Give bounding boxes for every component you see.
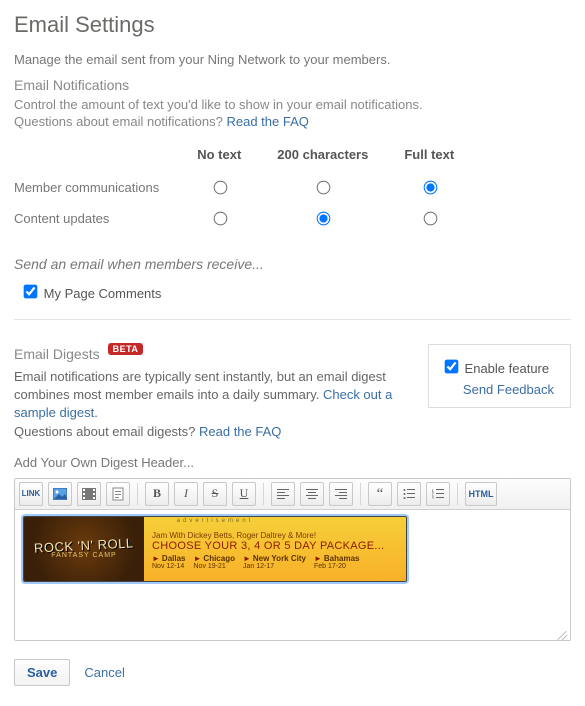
page-title: Email Settings	[14, 12, 571, 38]
editor-toolbar: LINK B I S U	[15, 479, 570, 510]
digests-title: Email Digests	[14, 346, 100, 362]
banner-content: Jam With Dickey Betts, Roger Daltrey & M…	[144, 517, 406, 581]
image-button[interactable]	[48, 482, 72, 506]
divider	[14, 319, 571, 320]
cancel-link[interactable]: Cancel	[84, 665, 124, 680]
align-right-button[interactable]	[329, 482, 353, 506]
digests-faq-link[interactable]: Read the FAQ	[199, 424, 281, 439]
notifications-faq-link[interactable]: Read the FAQ	[226, 114, 308, 129]
city-name: New York City	[253, 554, 306, 563]
bold-button[interactable]: B	[145, 482, 169, 506]
city-dates: Jan 12-17	[243, 563, 306, 570]
number-list-icon: 123	[432, 489, 444, 499]
notifications-faq: Questions about email notifications? Rea…	[14, 114, 571, 129]
city-item: ►New York CityJan 12-17	[243, 554, 306, 570]
resize-handle[interactable]	[555, 625, 569, 639]
notifications-faq-prefix: Questions about email notifications?	[14, 114, 226, 129]
notifications-desc: Control the amount of text you'd like to…	[14, 97, 571, 112]
strike-button[interactable]: S	[203, 482, 227, 506]
ad-banner[interactable]: advertisement ROCK 'N' ROLL FANTASY CAMP…	[23, 516, 407, 582]
html-button[interactable]: HTML	[465, 482, 497, 506]
underline-button[interactable]: U	[232, 482, 256, 506]
separator	[360, 483, 361, 505]
ad-label: advertisement	[24, 518, 406, 524]
intro-text: Manage the email sent from your Ning Net…	[14, 52, 571, 67]
film-icon	[82, 488, 96, 500]
city-item: ►BahamasFeb 17-20	[314, 554, 360, 570]
my-page-comments-label: My Page Comments	[44, 286, 162, 301]
radio-member-full[interactable]	[423, 181, 437, 195]
col-no-text: No text	[179, 143, 259, 172]
save-button[interactable]: Save	[14, 659, 70, 686]
image-icon	[53, 488, 67, 500]
radio-content-200[interactable]	[317, 212, 331, 226]
city-dates: Nov 12-14	[152, 563, 186, 570]
separator	[457, 483, 458, 505]
radio-content-none[interactable]	[213, 212, 227, 226]
banner-line2: CHOOSE YOUR 3, 4 OR 5 DAY PACKAGE...	[152, 540, 400, 552]
send-feedback-link[interactable]: Send Feedback	[463, 382, 554, 397]
my-page-comments-row[interactable]: My Page Comments	[20, 286, 161, 301]
enable-feature-row[interactable]: Enable feature	[441, 361, 549, 376]
city-item: ►DallasNov 12-14	[152, 554, 186, 570]
row-label-member: Member communications	[14, 172, 179, 203]
align-left-button[interactable]	[271, 482, 295, 506]
separator	[263, 483, 264, 505]
banner-brand-main: ROCK 'N' ROLL	[34, 536, 134, 554]
svg-text:3: 3	[432, 496, 434, 499]
radio-member-200[interactable]	[317, 181, 331, 195]
enable-feature-checkbox[interactable]	[445, 360, 459, 374]
number-list-button[interactable]: 123	[426, 482, 450, 506]
rich-text-editor: LINK B I S U	[14, 478, 571, 641]
col-200-chars: 200 characters	[259, 143, 386, 172]
digests-faq-prefix: Questions about email digests?	[14, 424, 199, 439]
radio-member-none[interactable]	[213, 181, 227, 195]
editor-canvas[interactable]: advertisement ROCK 'N' ROLL FANTASY CAMP…	[15, 510, 570, 640]
link-button[interactable]: LINK	[19, 482, 43, 506]
bullet-list-button[interactable]	[397, 482, 421, 506]
banner-brand: ROCK 'N' ROLL FANTASY CAMP	[24, 517, 144, 581]
align-left-icon	[277, 489, 289, 499]
send-when-line: Send an email when members receive...	[14, 256, 571, 272]
city-item: ►ChicagoNov 19-21	[194, 554, 235, 570]
italic-button[interactable]: I	[174, 482, 198, 506]
bullet-list-icon	[403, 489, 415, 499]
notifications-title: Email Notifications	[14, 77, 571, 93]
enable-feature-label: Enable feature	[465, 361, 550, 376]
enable-feature-box: Enable feature Send Feedback	[428, 344, 571, 408]
align-center-icon	[306, 489, 318, 499]
banner-line1: Jam With Dickey Betts, Roger Daltrey & M…	[152, 531, 400, 540]
beta-badge: BETA	[108, 343, 144, 355]
city-name: Bahamas	[324, 554, 360, 563]
city-dates: Nov 19-21	[194, 563, 235, 570]
banner-cities: ►DallasNov 12-14 ►ChicagoNov 19-21 ►New …	[152, 554, 400, 570]
radio-content-full[interactable]	[423, 212, 437, 226]
quote-button[interactable]: “	[368, 482, 392, 506]
digests-faq: Questions about email digests? Read the …	[14, 423, 571, 441]
table-row: Content updates	[14, 203, 472, 234]
my-page-comments-checkbox[interactable]	[24, 285, 38, 299]
city-dates: Feb 17-20	[314, 563, 360, 570]
media-button[interactable]	[77, 482, 101, 506]
file-button[interactable]	[106, 482, 130, 506]
col-full-text: Full text	[386, 143, 472, 172]
table-row: Member communications	[14, 172, 472, 203]
city-name: Chicago	[203, 554, 235, 563]
row-label-content: Content updates	[14, 203, 179, 234]
align-center-button[interactable]	[300, 482, 324, 506]
align-right-icon	[335, 489, 347, 499]
city-name: Dallas	[162, 554, 186, 563]
file-icon	[112, 487, 124, 501]
notification-options-table: No text 200 characters Full text Member …	[14, 143, 472, 234]
separator	[137, 483, 138, 505]
add-header-label: Add Your Own Digest Header...	[14, 455, 571, 470]
